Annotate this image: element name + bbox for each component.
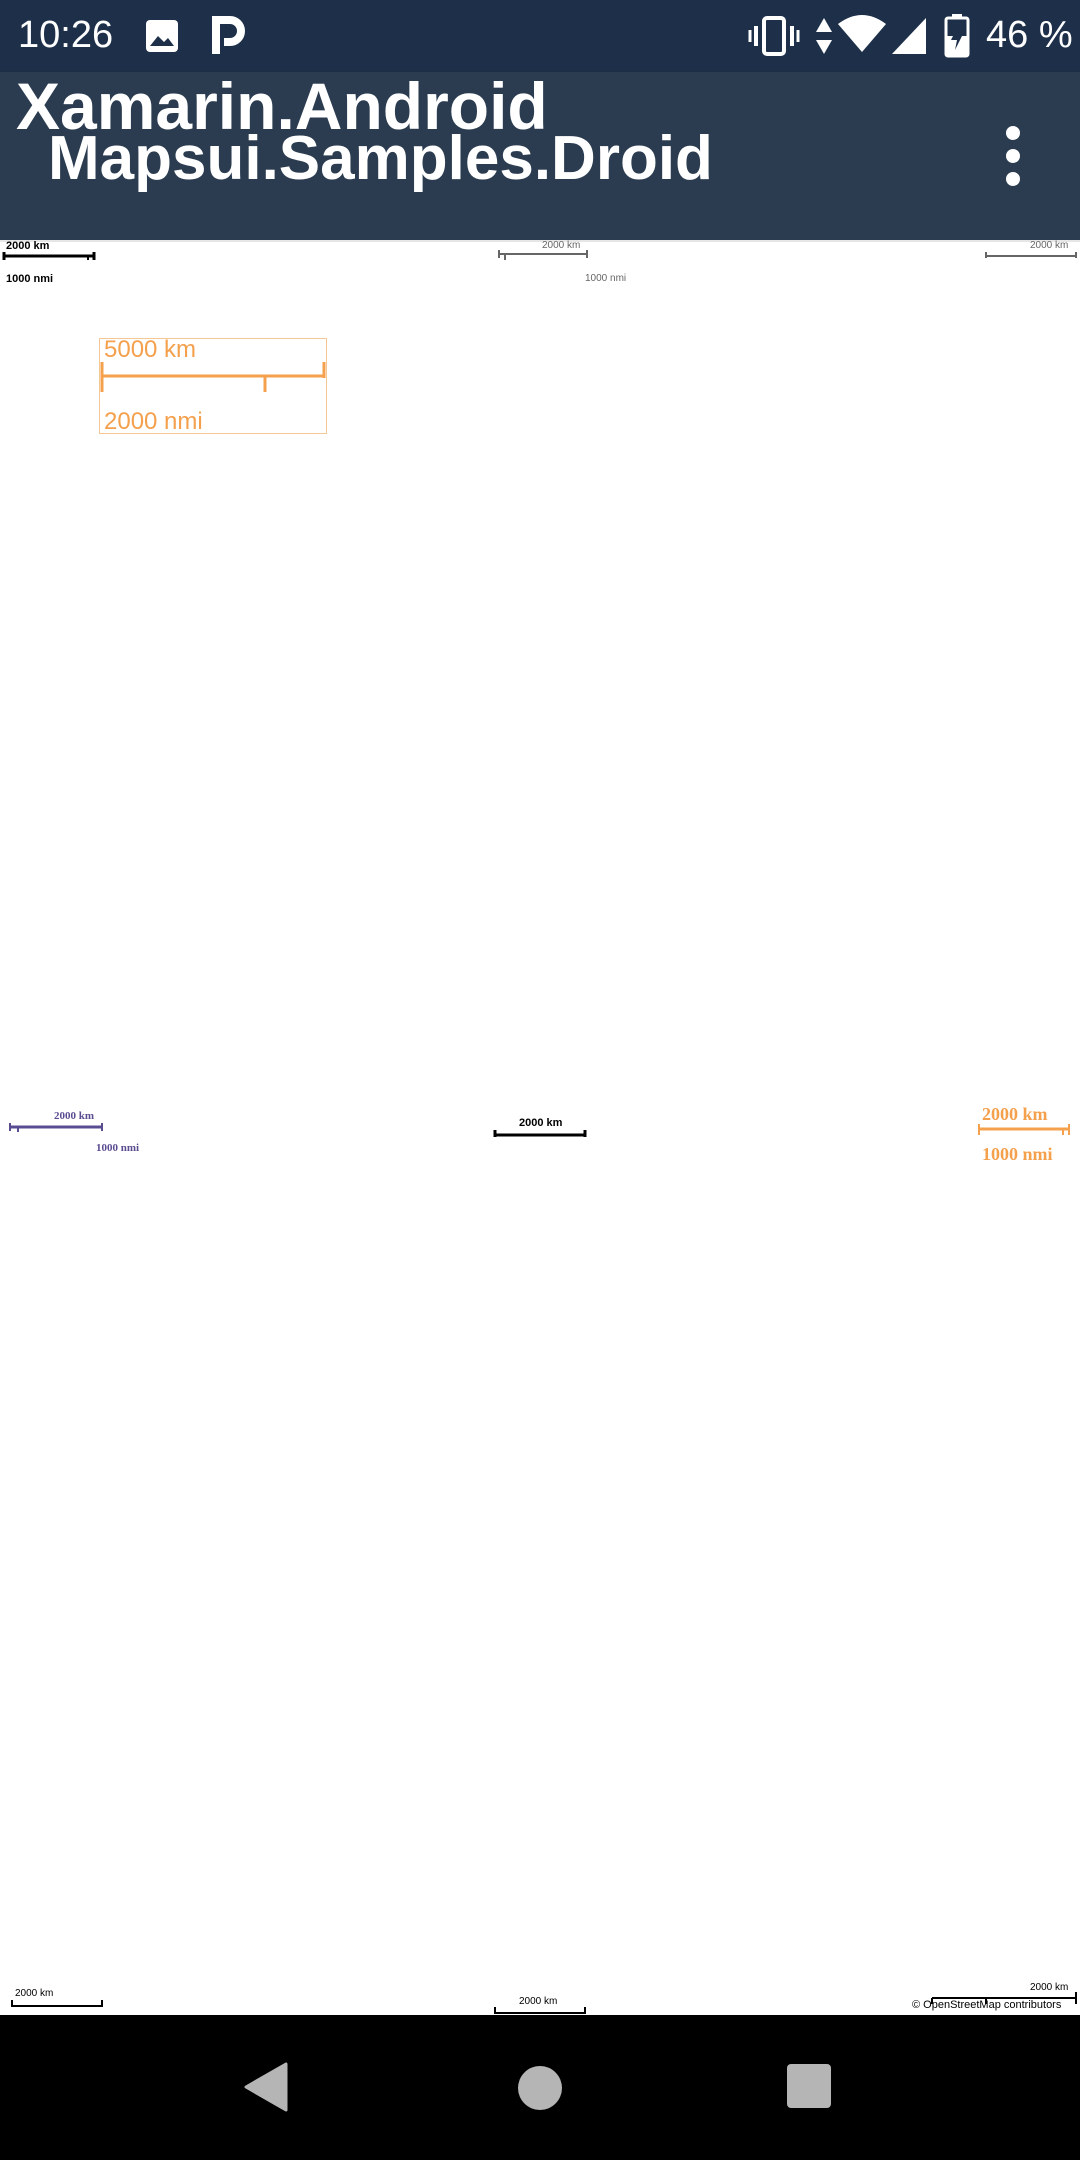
battery-percentage: 46 %: [986, 14, 1073, 56]
scalebar-top-center-label-nmi: 1000 nmi: [585, 273, 627, 284]
navigation-bar: [0, 2015, 1080, 2160]
custom-scalebar-label-nmi: 2000 nmi: [104, 408, 203, 435]
scalebar-top-center: [498, 250, 588, 260]
app-subtitle: Mapsui.Samples.Droid: [48, 124, 713, 193]
home-icon[interactable]: [516, 2064, 564, 2112]
vibrate-icon: [748, 16, 800, 56]
map-view[interactable]: 2000 km 1000 nmi 2000 km 1000 nmi 2000 k…: [0, 240, 1080, 2015]
scalebar-middle-left-label-nmi: 1000 nmi: [96, 1142, 140, 1154]
scalebar-middle-center: [493, 1130, 587, 1137]
scalebar-middle-left: [9, 1123, 103, 1132]
map-attribution[interactable]: © OpenStreetMap contributors: [912, 1999, 1061, 2011]
wifi-icon: [838, 15, 886, 52]
scalebar-middle-center-label: 2000 km: [519, 1117, 563, 1129]
parking-app-icon: [212, 16, 245, 54]
scalebar-bottom-left: [11, 2000, 103, 2007]
scalebar-middle-right-label-nmi: 1000 nmi: [982, 1144, 1053, 1164]
status-time: 10:26: [18, 14, 114, 56]
scalebar-top-right: [985, 252, 1077, 258]
app-bar: Xamarin.Android Mapsui.Samples.Droid: [0, 69, 1080, 240]
scalebar-middle-right-label: 2000 km: [982, 1104, 1048, 1124]
scalebar-middle-left-label: 2000 km: [54, 1110, 95, 1122]
scalebar-top-left-label-nmi: 1000 nmi: [6, 273, 54, 285]
scalebar-top-left: [2, 252, 96, 260]
signal-icon: [892, 18, 926, 54]
battery-charging-icon: [944, 14, 970, 58]
recents-icon[interactable]: [786, 2063, 832, 2109]
image-icon: [146, 20, 178, 52]
scalebar-middle-right: [978, 1124, 1070, 1135]
data-arrows-icon: [816, 18, 832, 54]
back-icon[interactable]: [244, 2062, 288, 2112]
status-bar: 10:26 46 %: [0, 0, 1080, 72]
more-vert-icon[interactable]: [998, 126, 1028, 186]
custom-scalebar: [100, 362, 326, 392]
